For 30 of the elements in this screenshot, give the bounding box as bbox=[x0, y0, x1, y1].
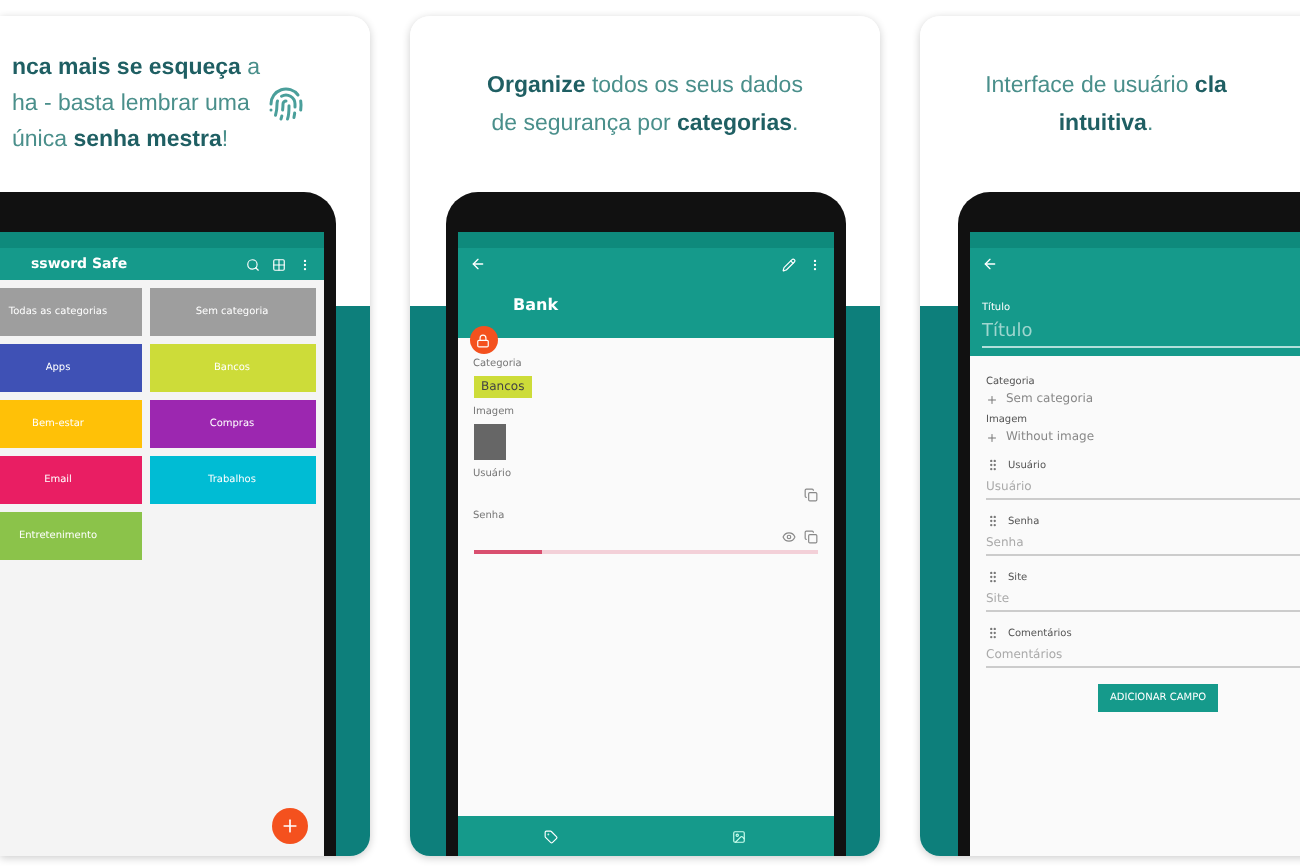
headline-text: ha - basta lembrar uma bbox=[12, 90, 250, 120]
lock-icon bbox=[476, 333, 490, 347]
headline-text: única senha mestra! bbox=[12, 126, 229, 156]
drag-handle-icon[interactable] bbox=[986, 626, 1000, 640]
headline-text: intuitiva. bbox=[1058, 109, 1154, 139]
copy-icon[interactable] bbox=[803, 487, 817, 501]
drag-handle-icon[interactable] bbox=[986, 514, 1000, 528]
drag-handle-icon[interactable] bbox=[986, 570, 1000, 584]
image-icon[interactable] bbox=[732, 829, 746, 843]
grid-icon[interactable] bbox=[271, 257, 285, 271]
headline-text: de segurança por categorias. bbox=[491, 109, 799, 139]
entry-title: Bank bbox=[513, 296, 559, 314]
plus-icon bbox=[279, 816, 299, 836]
fingerprint-icon bbox=[268, 86, 305, 122]
headline-text: Organize todos os seus dados bbox=[487, 71, 803, 101]
eye-icon[interactable] bbox=[781, 529, 795, 543]
plus-icon bbox=[986, 431, 998, 443]
copy-icon[interactable] bbox=[803, 529, 817, 543]
photo-placeholder bbox=[473, 424, 505, 460]
edit-icon[interactable] bbox=[781, 257, 795, 271]
plus-icon bbox=[986, 393, 998, 405]
back-icon[interactable] bbox=[469, 256, 485, 272]
tag-icon[interactable] bbox=[544, 829, 558, 843]
drag-handle-icon[interactable] bbox=[986, 458, 1000, 472]
add-button[interactable] bbox=[271, 808, 307, 844]
back-icon[interactable] bbox=[982, 256, 998, 272]
headline-text: nca mais se esqueça a bbox=[12, 54, 261, 84]
headline-text: Interface de usuário cla bbox=[985, 71, 1227, 101]
title-field[interactable]: Título bbox=[982, 318, 1300, 348]
search-icon[interactable] bbox=[245, 257, 259, 271]
